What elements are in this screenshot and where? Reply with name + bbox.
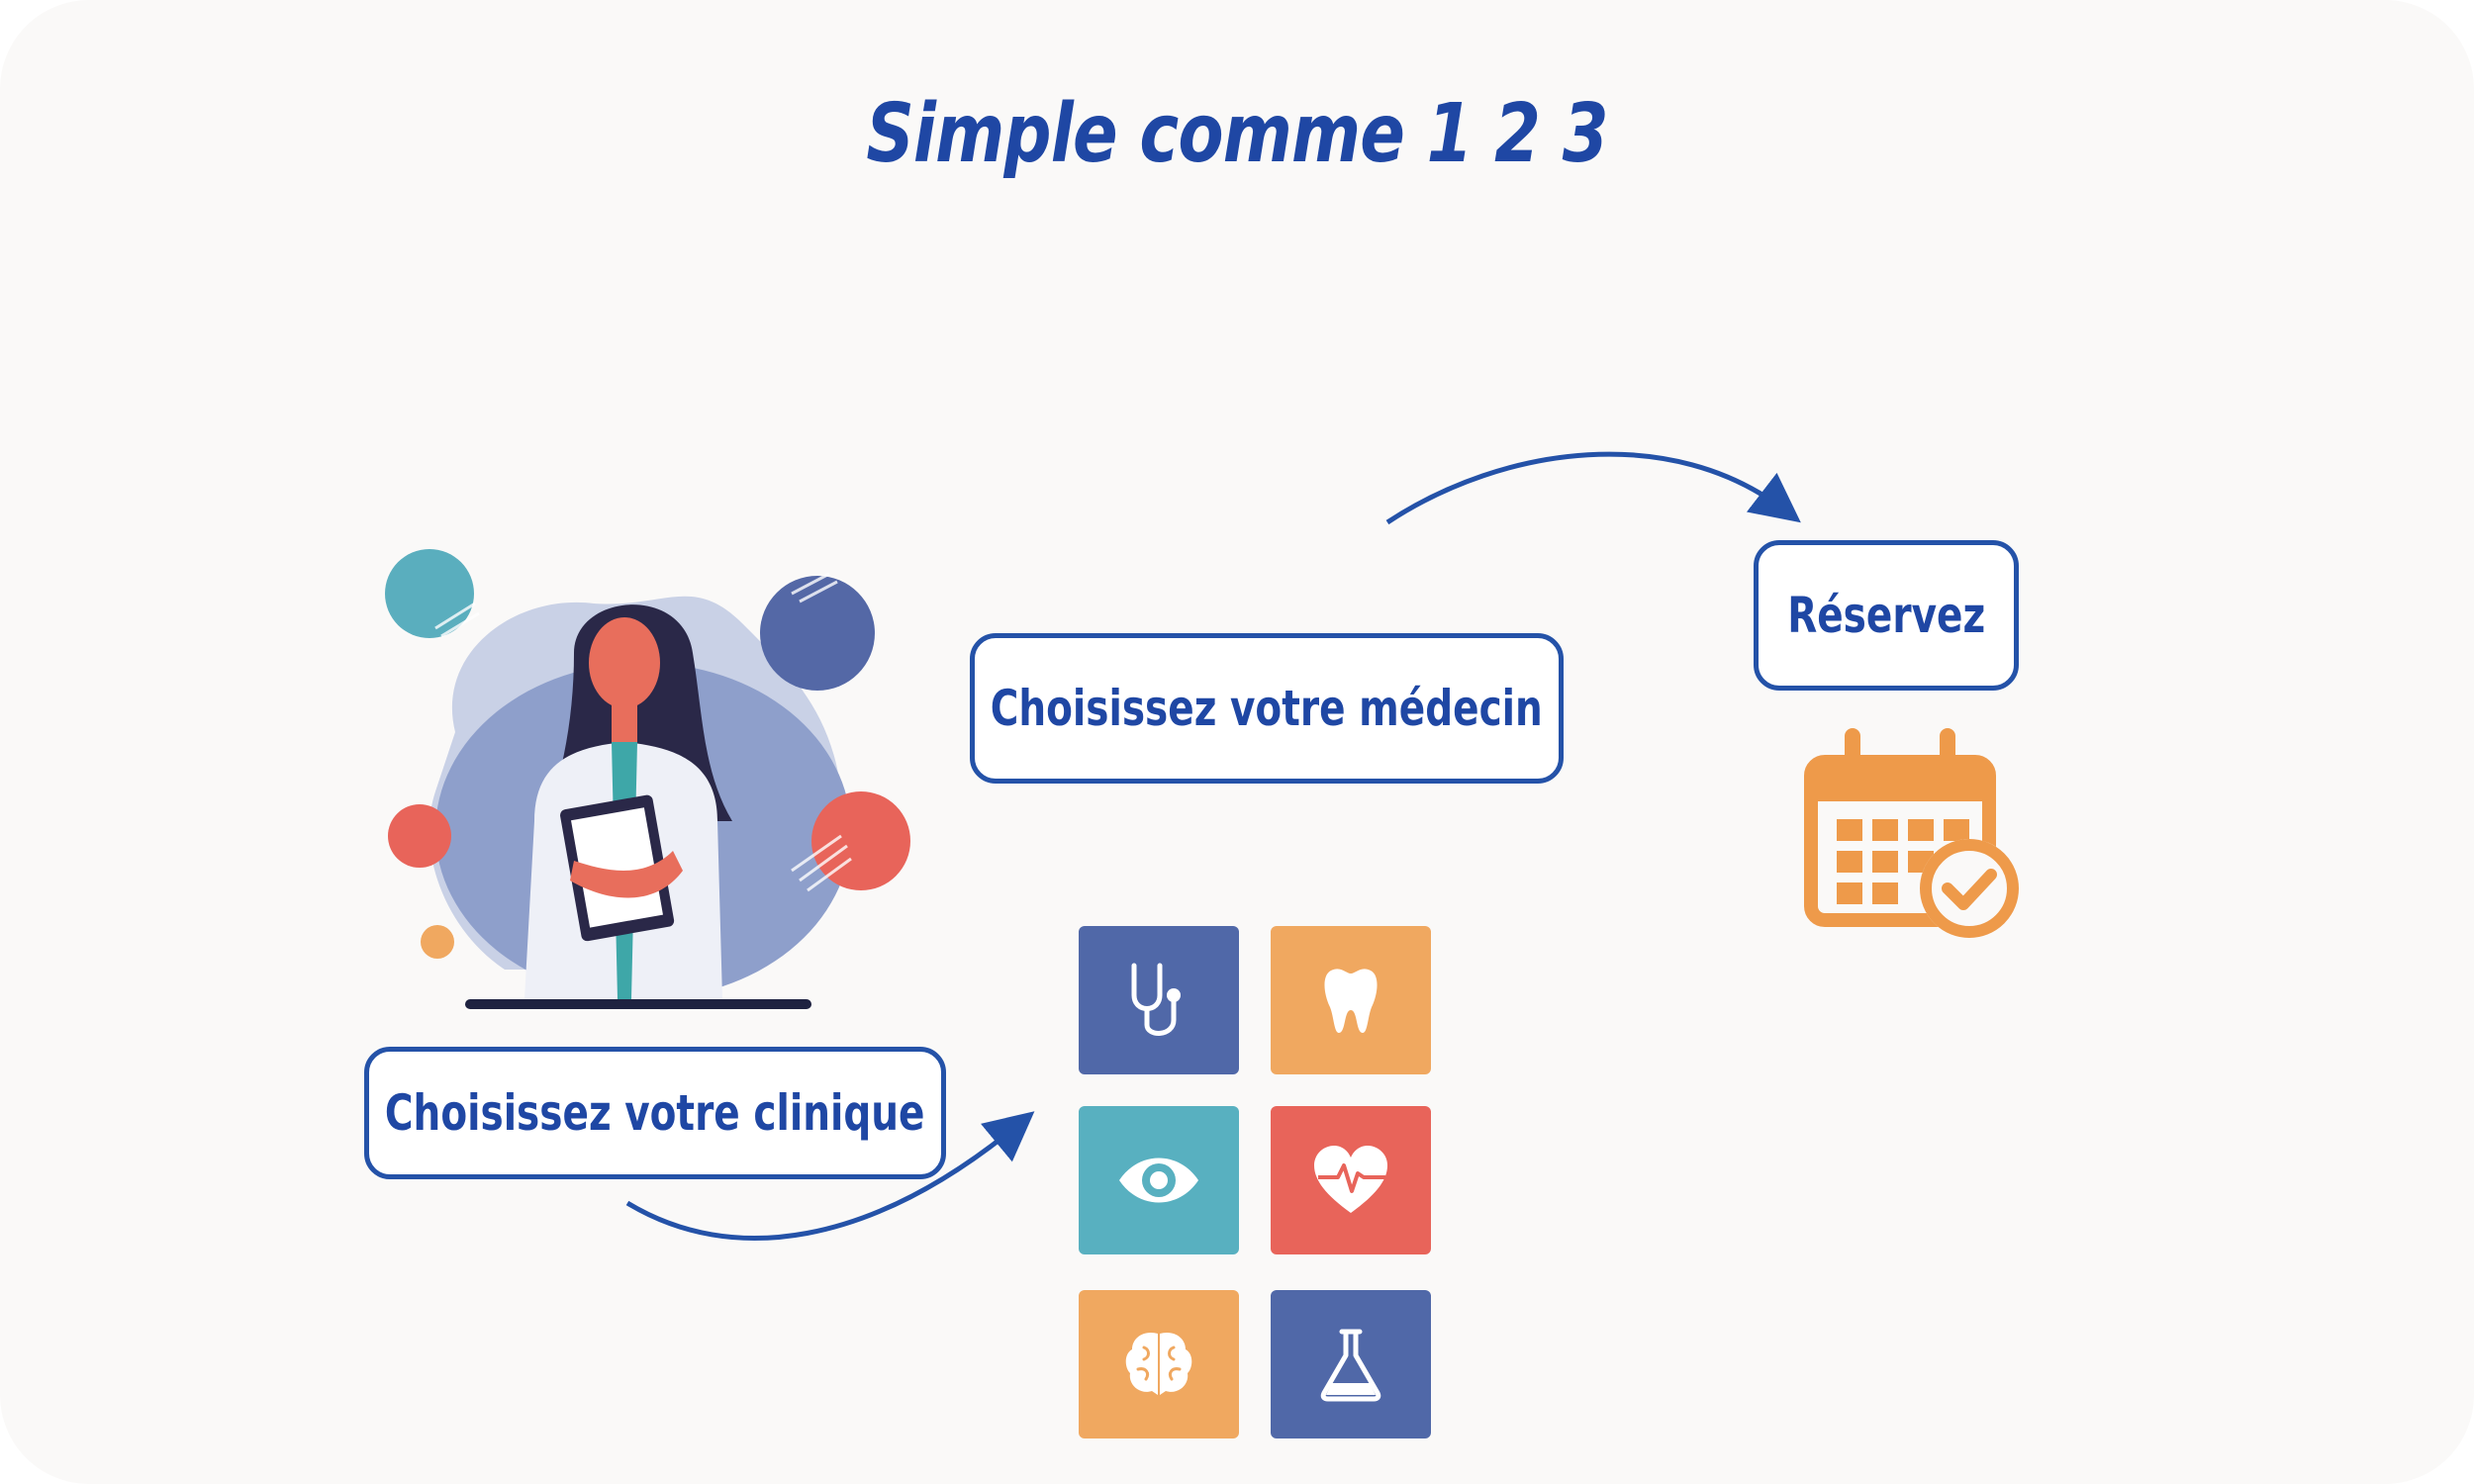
arrow-to-specialties [625,1111,1035,1242]
calendar-check-icon [1804,728,2019,938]
specialty-tile-eye[interactable] [1079,1106,1239,1254]
specialty-tile-heart[interactable] [1271,1106,1431,1254]
doctor-illustration [385,549,910,1009]
flask-icon [1320,1329,1381,1402]
main-card: Simple comme 1 2 3 Choisissez votre clin… [0,0,2474,1484]
stethoscope-icon [1131,963,1181,1036]
arrow-to-booking [1385,451,1801,525]
specialty-tile-tooth[interactable] [1271,926,1431,1074]
page-title: Simple comme 1 2 3 [866,87,1608,181]
step-doctor-text: Choisissez votre médecin [990,680,1544,737]
tooth-icon [1324,969,1378,1033]
eye-icon [1119,1158,1198,1203]
step-doctor-label: Choisissez votre médecin [970,633,1564,784]
heart-pulse-icon [1314,1146,1387,1213]
specialty-tile-lab[interactable] [1271,1290,1431,1438]
step-book-text: Réservez [1787,587,1985,644]
specialty-tile-brain[interactable] [1079,1290,1239,1438]
step-book-label: Réservez [1754,540,2019,691]
brain-icon [1125,1332,1192,1395]
specialty-tile-stethoscope[interactable] [1079,926,1239,1074]
